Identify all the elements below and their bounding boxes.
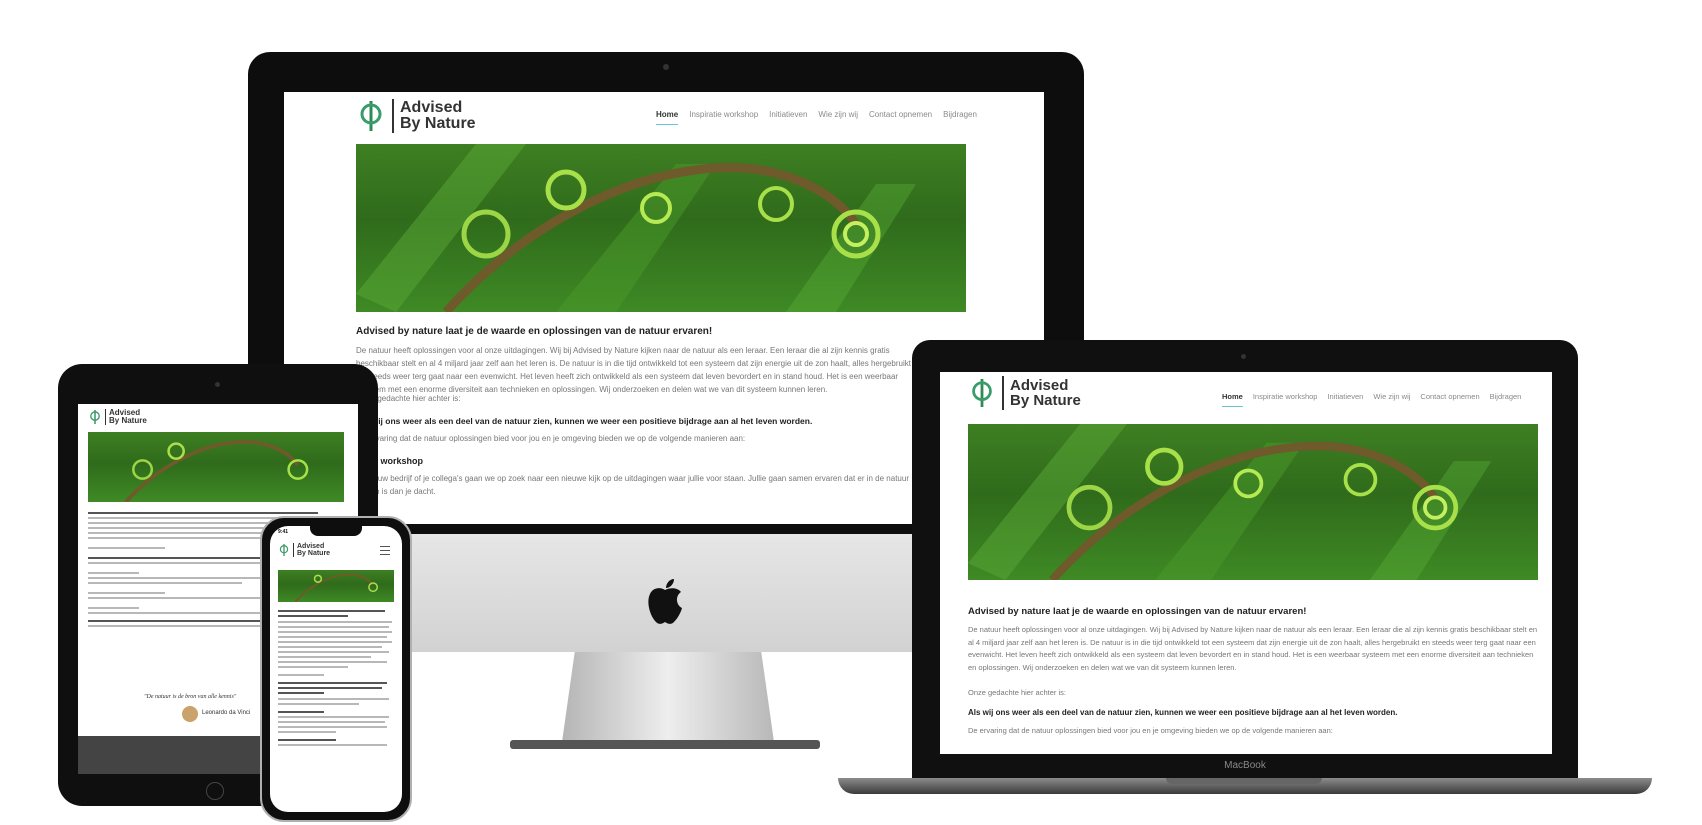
nav-contact-opnemen[interactable]: Contact opnemen: [1420, 392, 1479, 401]
statement-line: Als wij ons weer als een deel van de nat…: [968, 708, 1398, 717]
logo-leaf-icon: [278, 542, 290, 558]
site-logo[interactable]: Advised By Nature: [968, 374, 1081, 412]
tablet-quote: "De natuur is de bron van alle kennis": [144, 694, 237, 700]
hero-image: [88, 432, 344, 502]
hero-image: [278, 570, 394, 602]
laptop-camera: [1241, 354, 1246, 359]
logo-line1: Advised: [1010, 376, 1069, 394]
tablet-author: Leonardo da Vinci: [202, 710, 251, 716]
nav-bijdragen[interactable]: Bijdragen: [1490, 392, 1522, 401]
phone-status-time: 9:41: [278, 529, 289, 535]
page-heading: Advised by nature laat je de waarde en o…: [968, 606, 1307, 617]
phone-screen: 9:41 Advised By Nature: [270, 526, 402, 812]
logo-line1: Advised: [297, 542, 325, 550]
tablet-home-button[interactable]: [206, 782, 224, 800]
logo-line2: By Nature: [297, 550, 331, 557]
thought-line: Onze gedachte hier achter is:: [968, 688, 1066, 697]
laptop-notch: [1166, 778, 1322, 784]
phone-content-lines: [278, 610, 394, 749]
tablet-camera: [215, 382, 220, 387]
phone-device: 9:41 Advised By Nature: [260, 516, 412, 822]
nav-home[interactable]: Home: [1222, 392, 1243, 407]
nav-wie-zijn-wij[interactable]: Wie zijn wij: [1373, 392, 1410, 401]
experience-line: De ervaring dat de natuur oplossingen bi…: [968, 726, 1333, 735]
site-logo[interactable]: Advised By Nature: [88, 408, 147, 426]
hero-image: [968, 424, 1538, 580]
nav-inspiratie-workshop[interactable]: Inspiratie workshop: [1253, 392, 1318, 401]
site-logo[interactable]: Advised By Nature: [278, 542, 330, 558]
logo-leaf-icon: [968, 374, 996, 412]
nav-initiatieven[interactable]: Initiatieven: [1327, 392, 1363, 401]
hamburger-menu-icon[interactable]: [380, 546, 390, 555]
logo-leaf-icon: [88, 408, 102, 426]
laptop-brand-label: MacBook: [1224, 760, 1266, 771]
logo-line2: By Nature: [1010, 392, 1081, 409]
phone-notch: [310, 526, 362, 536]
main-nav: Home Inspiratie workshop Initiatieven Wi…: [1222, 392, 1522, 407]
author-avatar: [182, 706, 198, 722]
laptop-screen: Advised By Nature Home Inspiratie worksh…: [940, 372, 1552, 754]
logo-line2: By Nature: [109, 416, 147, 425]
intro-paragraph: De natuur heeft oplossingen voor al onze…: [968, 625, 1538, 672]
